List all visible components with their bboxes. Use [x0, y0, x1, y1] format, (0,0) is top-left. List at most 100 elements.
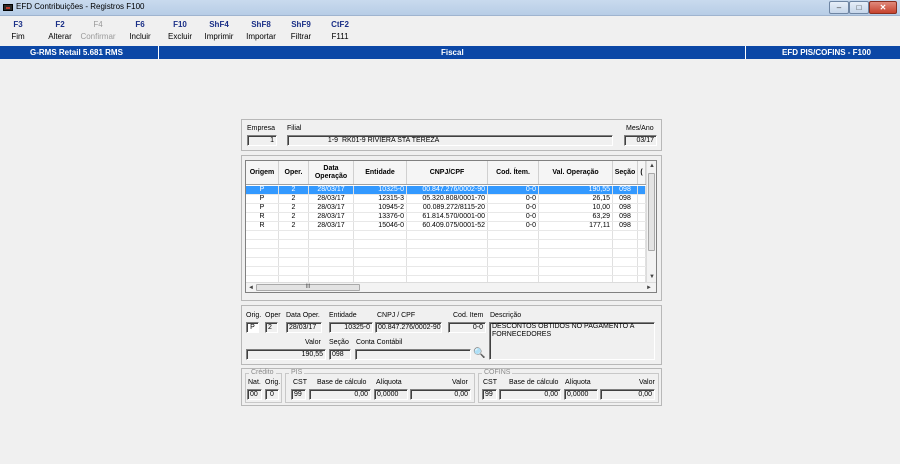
orig-field[interactable]: P: [246, 322, 259, 333]
empresa-field[interactable]: 1: [247, 135, 277, 146]
filial-field[interactable]: 1-9 RK01-9 RIVIERA STA TEREZA: [287, 135, 613, 146]
cell-secao: [613, 258, 638, 266]
column-secao[interactable]: Seção: [613, 161, 638, 184]
table-row[interactable]: [246, 258, 646, 267]
column-entidade[interactable]: Entidade: [354, 161, 407, 184]
toolbar-key: ShF8: [251, 20, 271, 29]
toolbar-filtrar-button[interactable]: ShF9 Filtrar: [281, 20, 321, 41]
horizontal-scrollbar[interactable]: ◄ III ►: [246, 282, 656, 292]
cell-data: 28/03/17: [309, 213, 354, 221]
column-cod-item[interactable]: Cod. Ítem.: [488, 161, 539, 184]
credito-orig-label: Orig.: [265, 379, 281, 386]
column-val-operacao[interactable]: Val. Operação: [539, 161, 613, 184]
cell-data: [309, 240, 354, 248]
scroll-up-icon[interactable]: ▲: [649, 162, 655, 170]
cell-cnpj: [407, 258, 488, 266]
column-origem[interactable]: Origem: [246, 161, 279, 184]
cell-cod-item: [488, 249, 539, 257]
grid-header: Origem Oper. Data Operação Entidade CNPJ…: [246, 161, 646, 185]
cofins-base-field[interactable]: 0,00: [499, 389, 561, 400]
cofins-aliquota-field[interactable]: 0,0000: [564, 389, 598, 400]
toolbar-confirmar-button[interactable]: F4 Confirmar: [78, 20, 118, 41]
pis-base-field[interactable]: 0,00: [309, 389, 371, 400]
data-oper-field[interactable]: 28/03/17: [286, 322, 322, 333]
table-row[interactable]: R 2 28/03/17 15046-0 60.409.075/0001-52 0-0 17…: [246, 222, 646, 231]
table-row[interactable]: P 2 28/03/17 12315-3 05.320.808/0001-70 0-0 26…: [246, 195, 646, 204]
column-oper[interactable]: Oper.: [279, 161, 309, 184]
cofins-aliquota-label: Alíquota: [565, 379, 591, 386]
cell-cnpj: [407, 249, 488, 257]
scroll-left-icon[interactable]: ◄: [248, 284, 254, 292]
table-row[interactable]: [246, 267, 646, 276]
divider: [158, 46, 159, 59]
cod-item-field[interactable]: 0-0: [448, 322, 486, 333]
cofins-cst-field[interactable]: 99: [482, 389, 497, 400]
scroll-down-icon[interactable]: ▼: [649, 273, 655, 281]
cofins-base-label: Base de cálculo: [509, 379, 559, 386]
toolbar-key: F10: [173, 20, 187, 29]
binoculars-search-icon[interactable]: 🔍: [473, 349, 485, 359]
cell-secao: 098: [613, 213, 638, 221]
mesano-field[interactable]: 03/17: [624, 135, 657, 146]
horizontal-scroll-thumb[interactable]: III: [256, 284, 360, 291]
table-row[interactable]: [246, 231, 646, 240]
maximize-button[interactable]: □: [849, 1, 869, 14]
window-title: EFD Contribuições - Registros F100: [16, 2, 145, 11]
pis-aliquota-field[interactable]: 0,0000: [374, 389, 408, 400]
pis-cst-field[interactable]: 99: [291, 389, 306, 400]
filial-label: Filial: [287, 125, 302, 132]
conta-contabil-label: Conta Contábil: [356, 339, 403, 346]
table-row[interactable]: R 2 28/03/17 13376-0 61.814.570/0001-00 0-0 63…: [246, 213, 646, 222]
cnpj-label: CNPJ / CPF: [377, 312, 416, 319]
descricao-field[interactable]: DESCONTOS OBTIDOS NO PAGAMENTO A FORNECE…: [489, 322, 655, 360]
cell-oper: [279, 258, 309, 266]
records-grid[interactable]: Origem Oper. Data Operação Entidade CNPJ…: [245, 160, 657, 293]
table-row[interactable]: P 2 28/03/17 10325-0 00.847.276/0002-90 0-0 19…: [246, 186, 646, 195]
entidade-field[interactable]: 10325-0: [329, 322, 373, 333]
toolbar-f111-button[interactable]: CtF2 F111: [320, 20, 360, 41]
oper-field[interactable]: 2: [265, 322, 278, 333]
cell-cod-item: [488, 267, 539, 275]
vertical-scrollbar[interactable]: ▲ ▼: [646, 161, 656, 282]
toolbar-importar-button[interactable]: ShF8 Importar: [241, 20, 281, 41]
filial-code: 1-9: [327, 137, 338, 144]
cell-valor: 10,00: [539, 204, 613, 212]
toolbar-incluir-button[interactable]: F6 Incluir: [120, 20, 160, 41]
filial-name: RK01-9 RIVIERA STA TEREZA: [341, 137, 440, 144]
pis-valor-field[interactable]: 0,00: [410, 389, 471, 400]
cell-cnpj: [407, 267, 488, 275]
scroll-right-icon[interactable]: ►: [646, 284, 652, 292]
valor-label: Valor: [305, 339, 321, 346]
toolbar-alterar-button[interactable]: F2 Alterar: [40, 20, 80, 41]
minimize-button[interactable]: ‒: [829, 1, 849, 14]
credito-orig-field[interactable]: 0: [265, 389, 279, 400]
cell-secao: 098: [613, 222, 638, 230]
column-data-operacao[interactable]: Data Operação: [309, 161, 354, 184]
cell-valor: 26,15: [539, 195, 613, 203]
table-row[interactable]: P 2 28/03/17 10945-2 00.089.272/8115-20 0-0 10…: [246, 204, 646, 213]
cell-secao: 098: [613, 186, 638, 194]
cell-valor: 63,29: [539, 213, 613, 221]
cell-secao: 098: [613, 195, 638, 203]
column-cnpj-cpf[interactable]: CNPJ/CPF: [407, 161, 488, 184]
toolbar-key: CtF2: [331, 20, 349, 29]
valor-field[interactable]: 190,55: [246, 349, 326, 360]
orig-label: Orig.: [246, 312, 262, 319]
conta-contabil-field[interactable]: [355, 349, 471, 360]
close-button[interactable]: ✕: [869, 1, 897, 14]
cell-more: [638, 258, 646, 266]
toolbar-excluir-button[interactable]: F10 Excluir: [160, 20, 200, 41]
table-row[interactable]: [246, 249, 646, 258]
table-row[interactable]: [246, 240, 646, 249]
toolbar-imprimir-button[interactable]: ShF4 Imprimir: [199, 20, 239, 41]
toolbar-fim-button[interactable]: F3 Fim: [0, 20, 38, 41]
cnpj-field[interactable]: 00.847.276/0002-90: [375, 322, 442, 333]
nat-field[interactable]: 00: [247, 389, 262, 400]
product-version: G-RMS Retail 5.681 RMS: [30, 48, 123, 57]
column-more[interactable]: (: [638, 161, 646, 184]
cofins-valor-field[interactable]: 0,00: [600, 389, 655, 400]
cell-cnpj: [407, 231, 488, 239]
secao-field[interactable]: 098: [329, 349, 351, 360]
vertical-scroll-thumb[interactable]: [648, 173, 655, 251]
cell-more: [638, 222, 646, 230]
